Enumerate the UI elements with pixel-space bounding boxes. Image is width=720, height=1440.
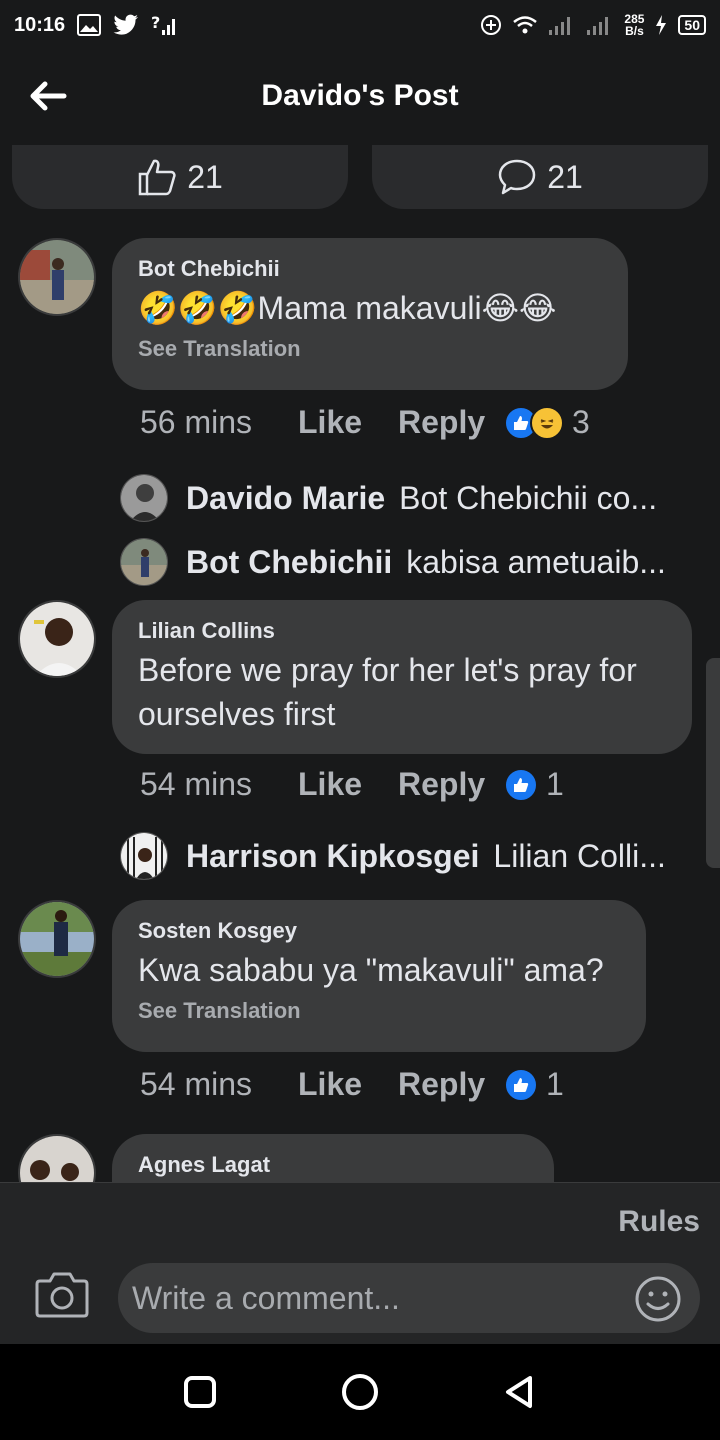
home-button[interactable] <box>330 1362 390 1422</box>
network-speed: 285 B/s <box>624 13 644 37</box>
comment-author[interactable]: Sosten Kosgey <box>138 918 620 944</box>
comment-actions: 54 mins Like Reply 1 <box>140 766 564 803</box>
laughing-emoji: 🤣🤣🤣 <box>138 290 258 326</box>
camera-button[interactable] <box>34 1269 90 1319</box>
reply-author: Davido Marie <box>186 479 386 516</box>
header: Davido's Post <box>0 58 720 134</box>
reaction-summary[interactable]: 3 <box>504 404 590 441</box>
comment-bubble[interactable]: Sosten Kosgey Kwa sababu ya "makavuli" a… <box>112 900 646 1052</box>
recents-button[interactable] <box>170 1362 230 1422</box>
back-arrow-icon <box>30 81 67 111</box>
comment-text: Kwa sababu ya "makavuli" ama? <box>138 952 604 988</box>
page-title: Davido's Post <box>261 79 459 112</box>
reaction-summary[interactable]: 1 <box>504 1066 564 1103</box>
reply-button[interactable]: Reply <box>398 766 504 803</box>
system-navbar <box>0 1344 720 1440</box>
comment-input[interactable] <box>118 1263 700 1333</box>
comment-bubble[interactable]: Agnes Lagat <box>112 1134 554 1182</box>
avatar[interactable] <box>18 238 96 316</box>
see-translation-link[interactable]: See Translation <box>138 998 620 1024</box>
signal-question-icon: ? <box>151 14 177 36</box>
see-translation-link[interactable]: See Translation <box>138 336 602 362</box>
signal-icon-1 <box>548 14 576 36</box>
reaction-count: 1 <box>546 766 564 802</box>
network-speed-unit: B/s <box>625 24 644 38</box>
comment-bubble[interactable]: Lilian Collins Before we pray for her le… <box>112 600 692 754</box>
comment-time: 56 mins <box>140 404 253 440</box>
avatar[interactable] <box>18 600 96 678</box>
comment-text: Before we pray for her let's pray for ou… <box>138 652 637 732</box>
status-bar: 10:16 ? 285 B/s 50 <box>0 0 720 50</box>
battery-indicator: 50 <box>678 15 706 35</box>
comment-author[interactable]: Bot Chebichii <box>138 256 602 282</box>
like-button[interactable]: Like <box>298 1066 398 1103</box>
comments-button[interactable]: 21 <box>372 145 708 209</box>
like-button[interactable]: Like <box>298 766 398 803</box>
reply-button[interactable]: Reply <box>398 1066 504 1103</box>
charging-icon <box>654 14 668 36</box>
comment-author[interactable]: Agnes Lagat <box>138 1152 528 1178</box>
reply-preview[interactable]: Bot Chebichii kabisa ametuaib... <box>120 538 666 586</box>
camera-icon <box>35 1272 89 1318</box>
like-button[interactable]: Like <box>298 404 398 441</box>
avatar[interactable] <box>18 900 96 978</box>
avatar <box>120 474 168 522</box>
haha-reaction-icon <box>530 405 564 440</box>
comment-text: 🤣🤣🤣Mama makavuli😂😂 <box>138 286 602 330</box>
reply-snippet: Lilian Colli... <box>493 837 666 874</box>
comment-bubble-icon <box>498 159 536 195</box>
back-nav-button[interactable] <box>490 1362 550 1422</box>
comment-bubble[interactable]: Bot Chebichii 🤣🤣🤣Mama makavuli😂😂 See Tra… <box>112 238 628 390</box>
comment-text-content: Mama makavuli <box>257 290 482 326</box>
comments-count: 21 <box>547 158 583 195</box>
rules-link[interactable]: Rules <box>618 1205 700 1239</box>
comment-actions: 54 mins Like Reply 1 <box>140 1066 564 1103</box>
comments-list[interactable]: Bot Chebichii 🤣🤣🤣Mama makavuli😂😂 See Tra… <box>0 228 720 1182</box>
likes-count: 21 <box>187 158 223 195</box>
comment-actions: 56 mins Like Reply 3 <box>140 404 590 441</box>
scrollbar[interactable] <box>706 658 720 868</box>
comment-time: 54 mins <box>140 1066 253 1102</box>
likes-button[interactable]: 21 <box>12 145 348 209</box>
twitter-icon <box>113 14 139 36</box>
back-button[interactable] <box>26 74 70 118</box>
reply-snippet: Bot Chebichii co... <box>399 479 658 516</box>
comment-author[interactable]: Lilian Collins <box>138 618 666 644</box>
like-reaction-icon <box>504 1067 538 1102</box>
reaction-summary[interactable]: 1 <box>504 766 564 803</box>
reply-button[interactable]: Reply <box>398 404 504 441</box>
smiley-icon <box>635 1276 681 1322</box>
data-saver-icon <box>480 14 502 36</box>
comment-composer: Rules <box>0 1182 720 1344</box>
laughing-emoji: 😂😂 <box>481 290 557 326</box>
status-time: 10:16 <box>14 13 66 36</box>
svg-text:?: ? <box>151 14 160 32</box>
circle-icon <box>342 1374 378 1410</box>
thumbs-up-icon <box>138 159 176 196</box>
reply-author: Harrison Kipkosgei <box>186 837 480 874</box>
signal-icon-2 <box>586 14 614 36</box>
reply-preview[interactable]: Davido Marie Bot Chebichii co... <box>120 474 657 522</box>
avatar <box>120 832 168 880</box>
reply-author: Bot Chebichii <box>186 543 393 580</box>
emoji-button[interactable] <box>634 1275 682 1323</box>
triangle-back-icon <box>506 1376 532 1408</box>
comment-time: 54 mins <box>140 766 253 802</box>
reaction-count: 1 <box>546 1066 564 1102</box>
gallery-icon <box>77 14 102 36</box>
like-reaction-icon <box>504 767 538 802</box>
reply-preview[interactable]: Harrison Kipkosgei Lilian Colli... <box>120 832 666 880</box>
avatar <box>120 538 168 586</box>
square-icon <box>184 1376 216 1408</box>
post-stats: 21 21 <box>12 145 708 209</box>
reaction-count: 3 <box>572 404 590 440</box>
avatar[interactable] <box>18 1134 96 1182</box>
reply-snippet: kabisa ametuaib... <box>406 543 666 580</box>
wifi-icon <box>512 14 538 36</box>
